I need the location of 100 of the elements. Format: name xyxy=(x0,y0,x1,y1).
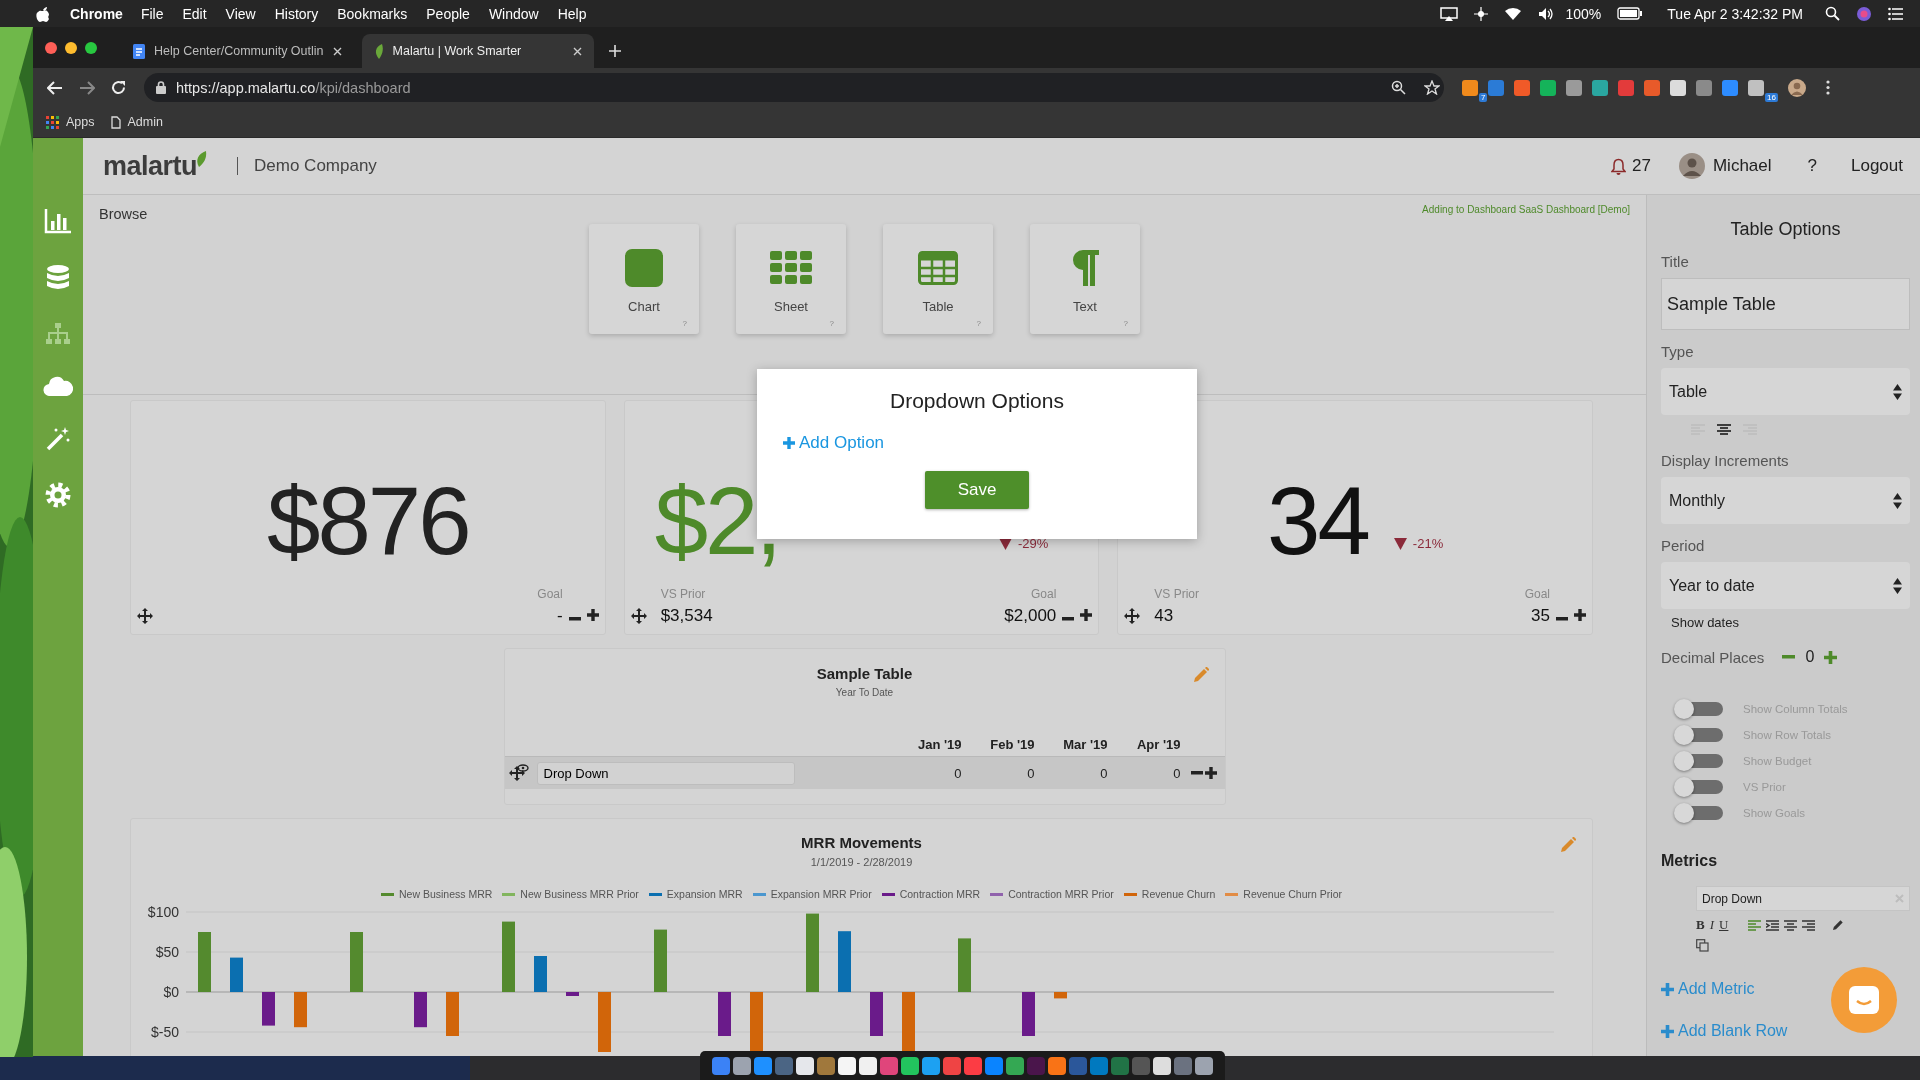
battery-icon[interactable] xyxy=(1617,7,1644,20)
settings-icon[interactable] xyxy=(45,482,71,508)
title-field[interactable]: Sample Table xyxy=(1661,278,1910,330)
alignment-icon[interactable] xyxy=(1802,919,1816,931)
zoom-icon[interactable] xyxy=(1391,80,1406,95)
plus-icon[interactable] xyxy=(1574,609,1586,621)
save-button[interactable]: Save xyxy=(925,471,1029,509)
more-icon[interactable] xyxy=(1826,80,1830,95)
extension-icon[interactable] xyxy=(1748,79,1764,96)
app-icon[interactable] xyxy=(901,1056,919,1075)
extension-icon[interactable] xyxy=(1462,79,1478,96)
widget-tile[interactable]: Text ? xyxy=(1030,224,1140,334)
widget-tile[interactable]: Sheet ? xyxy=(736,224,846,334)
new-tab-icon[interactable] xyxy=(607,43,622,58)
volume-icon[interactable] xyxy=(1537,6,1554,21)
chart-bar[interactable] xyxy=(414,992,427,1028)
increments-select[interactable]: Monthly xyxy=(1661,477,1910,524)
toggle-switch[interactable] xyxy=(1677,806,1723,820)
format-button[interactable]: I xyxy=(1709,917,1714,933)
extension-icon[interactable] xyxy=(1592,79,1608,96)
minimize-window-button[interactable] xyxy=(65,41,77,54)
menu-item[interactable]: View xyxy=(225,5,256,22)
extension-icon[interactable] xyxy=(1722,79,1738,96)
period-select[interactable]: Year to date xyxy=(1661,562,1910,609)
menu-item[interactable]: Bookmarks xyxy=(337,5,408,22)
avatar[interactable] xyxy=(1788,78,1806,97)
notification-count[interactable]: 27 xyxy=(1632,156,1651,176)
airplay-icon[interactable] xyxy=(1439,6,1458,21)
search-icon[interactable] xyxy=(1825,6,1840,21)
plus-icon[interactable] xyxy=(1080,609,1093,621)
toggle-switch[interactable] xyxy=(1677,780,1723,794)
app-icon[interactable] xyxy=(838,1056,856,1075)
back-arrow-icon[interactable] xyxy=(47,80,63,95)
list-icon[interactable] xyxy=(1888,6,1904,21)
menu-item[interactable]: Edit xyxy=(182,5,207,22)
reload-icon[interactable] xyxy=(111,80,126,95)
app-icon[interactable] xyxy=(1153,1056,1171,1075)
menu-item[interactable]: History xyxy=(274,5,319,22)
toggle-switch[interactable] xyxy=(1677,702,1723,716)
menu-item[interactable]: File xyxy=(140,5,164,22)
extension-icon[interactable] xyxy=(1540,79,1556,96)
close-icon[interactable] xyxy=(572,46,582,56)
copy-icon[interactable] xyxy=(1696,939,1709,952)
legend-label[interactable]: New Business MRR xyxy=(399,888,493,900)
app-icon[interactable] xyxy=(1048,1056,1066,1075)
app-icon[interactable] xyxy=(859,1056,877,1075)
menu-clock[interactable]: Tue Apr 2 3:42:32 PM xyxy=(1667,5,1803,22)
toggle-switch[interactable] xyxy=(1677,754,1723,768)
apps-grid-icon[interactable] xyxy=(46,115,59,129)
wifi-icon[interactable] xyxy=(1503,6,1522,21)
extension-icon[interactable] xyxy=(1566,79,1582,96)
star-icon[interactable] xyxy=(1424,80,1440,95)
type-select[interactable]: Table xyxy=(1661,368,1910,415)
legend-label[interactable]: Revenue Churn Prior xyxy=(1243,888,1342,900)
widget-tile[interactable]: Table ? xyxy=(883,224,993,334)
extension-icon[interactable] xyxy=(1670,79,1686,96)
cloud-icon[interactable] xyxy=(43,376,73,396)
alignment-icon[interactable] xyxy=(1784,919,1798,931)
logo[interactable]: malartu xyxy=(103,150,198,182)
menu-item[interactable]: Help xyxy=(557,5,587,22)
toggle-switch[interactable] xyxy=(1677,728,1723,742)
app-icon[interactable] xyxy=(1006,1056,1024,1075)
alignment-icon[interactable] xyxy=(1717,424,1731,435)
minus-icon[interactable] xyxy=(568,617,581,621)
widget-tile[interactable]: Chart ? xyxy=(589,224,699,334)
magic-wand-icon[interactable] xyxy=(45,426,71,452)
legend-label[interactable]: Expansion MRR Prior xyxy=(770,888,872,900)
apple-icon[interactable] xyxy=(36,5,50,22)
close-window-button[interactable] xyxy=(45,41,57,54)
menu-item[interactable]: People xyxy=(426,5,470,22)
user-name[interactable]: Michael xyxy=(1712,156,1772,176)
forward-arrow-icon[interactable] xyxy=(79,80,95,95)
status-icon[interactable] xyxy=(1473,6,1488,21)
browser-tab[interactable]: Help Center/Community Outlin xyxy=(121,34,354,68)
legend-label[interactable]: Revenue Churn xyxy=(1141,888,1216,900)
close-icon[interactable] xyxy=(332,46,342,56)
siri-icon[interactable] xyxy=(1856,5,1872,22)
menu-title[interactable]: Chrome xyxy=(70,5,123,22)
logout-link[interactable]: Logout xyxy=(1851,156,1903,176)
app-icon[interactable] xyxy=(796,1056,814,1075)
legend-label[interactable]: Contraction MRR Prior xyxy=(1008,888,1114,900)
plus-icon[interactable] xyxy=(586,609,599,621)
app-icon[interactable] xyxy=(733,1056,751,1075)
bookmark-link[interactable]: Apps xyxy=(66,115,95,129)
zoom-window-button[interactable] xyxy=(85,41,97,54)
move-icon[interactable] xyxy=(630,608,647,624)
app-icon[interactable] xyxy=(1195,1056,1213,1075)
browser-tab[interactable]: Malartu | Work Smarter xyxy=(361,34,594,68)
show-dates-link[interactable]: Show dates xyxy=(1671,615,1910,630)
move-icon[interactable] xyxy=(137,608,153,624)
app-icon[interactable] xyxy=(922,1056,940,1075)
row-name-field[interactable]: Drop Down xyxy=(536,761,795,785)
plus-icon[interactable] xyxy=(1204,767,1217,779)
bar-chart-icon[interactable] xyxy=(44,208,72,234)
minus-icon[interactable] xyxy=(1190,771,1203,775)
extension-icon[interactable] xyxy=(1514,79,1530,96)
move-icon[interactable] xyxy=(1124,608,1141,624)
address-bar[interactable]: https://app.malartu.co/kpi/dashboard xyxy=(144,73,1444,102)
menu-item[interactable]: Window xyxy=(488,5,539,22)
legend-label[interactable]: Expansion MRR xyxy=(666,888,743,900)
